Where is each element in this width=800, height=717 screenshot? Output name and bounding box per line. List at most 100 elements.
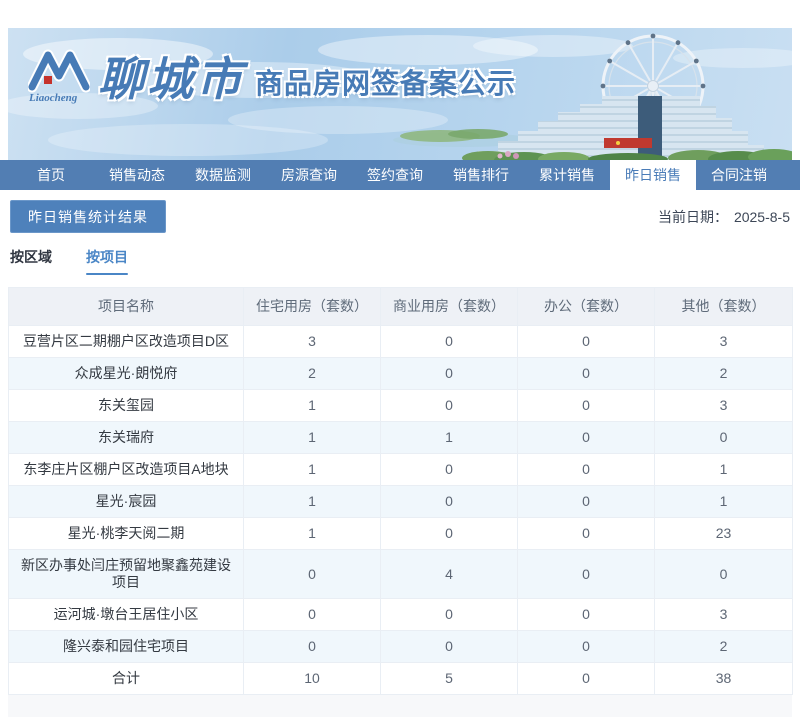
count-cell: 0 (380, 485, 518, 518)
table-row: 众成星光·朗悦府 2 0 0 2 (8, 357, 793, 390)
project-name-cell: 新区办事处闫庄预留地聚鑫苑建设项目 (8, 549, 244, 599)
table-row: 东关瑞府 1 1 0 0 (8, 421, 793, 454)
count-cell: 0 (517, 357, 655, 390)
project-name-cell: 星光·桃李天阅二期 (8, 517, 244, 550)
sales-table-body: 豆营片区二期棚户区改造项目D区 3 0 0 3 众成星光·朗悦府 2 0 0 2 东关玺园 1 0 0 3 东… (8, 325, 793, 695)
table-row: 东关玺园 1 0 0 3 (8, 389, 793, 422)
view-tab-by-district[interactable]: 按区域 (10, 247, 52, 275)
project-name-cell: 东关玺园 (8, 389, 244, 422)
view-tabs: 按区域 按项目 (8, 247, 792, 275)
liaocheng-logo-icon: Liaocheng (28, 49, 90, 104)
count-cell: 3 (654, 389, 793, 422)
current-date-value: 2025-8-5 (733, 208, 790, 225)
count-cell: 0 (517, 598, 655, 631)
count-cell: 3 (243, 325, 381, 358)
count-cell: 0 (380, 389, 518, 422)
count-cell: 0 (380, 357, 518, 390)
table-row: 运河城·墩台王居住小区 0 0 0 3 (8, 598, 793, 631)
table-row: 星光·宸园 1 0 0 1 (8, 485, 793, 518)
count-cell: 0 (380, 517, 518, 550)
count-cell: 0 (517, 630, 655, 663)
project-name-cell: 东李庄片区棚户区改造项目A地块 (8, 453, 244, 486)
logo-script-label: Liaocheng (28, 92, 78, 104)
project-name-cell: 星光·宸园 (8, 485, 244, 518)
count-cell: 0 (380, 630, 518, 663)
nav-item-data-monitor[interactable]: 数据监测 (180, 160, 266, 190)
nav-item-sales-dynamics[interactable]: 销售动态 (94, 160, 180, 190)
project-name-cell: 众成星光·朗悦府 (8, 357, 244, 390)
count-cell: 38 (654, 662, 793, 695)
count-cell: 1 (243, 389, 381, 422)
main-nav: 首页 销售动态 数据监测 房源查询 签约查询 销售排行 累计销售 昨日销售 合同注销 (0, 160, 800, 190)
sales-table-head: 项目名称 住宅用房（套数） 商业用房（套数） 办公（套数） 其他（套数） (8, 287, 793, 326)
table-row: 新区办事处闫庄预留地聚鑫苑建设项目 0 4 0 0 (8, 549, 793, 599)
count-cell: 0 (517, 421, 655, 454)
header-row: 项目名称 住宅用房（套数） 商业用房（套数） 办公（套数） 其他（套数） (8, 287, 793, 326)
count-cell: 3 (654, 598, 793, 631)
count-cell: 5 (380, 662, 518, 695)
content: 昨日销售统计结果 当前日期： 2025-8-5 按区域 按项目 项目名称 住宅用房（套… (8, 200, 793, 717)
total-row: 合计 10 5 0 38 (8, 662, 793, 695)
nav-item-listing-query[interactable]: 房源查询 (266, 160, 352, 190)
column-header: 项目名称 (8, 287, 244, 326)
toolbar: 昨日销售统计结果 当前日期： 2025-8-5 (8, 200, 792, 233)
nav-item-home[interactable]: 首页 (8, 160, 94, 190)
current-date-label: 当前日期： (657, 208, 728, 225)
current-date: 当前日期： 2025-8-5 (658, 207, 790, 227)
banner-title: 商品房网签备案公示 (255, 68, 517, 99)
project-name-cell: 豆营片区二期棚户区改造项目D区 (8, 325, 244, 358)
page: Liaocheng 聊城市 商品房网签备案公示 首页 销售动态 数据监测 房源查询 签约… (0, 0, 800, 717)
count-cell: 1 (243, 485, 381, 518)
count-cell: 0 (243, 598, 381, 631)
project-name-cell: 运河城·墩台王居住小区 (8, 598, 244, 631)
count-cell: 2 (654, 630, 793, 663)
brand-row: Liaocheng 聊城市 商品房网签备案公示 (28, 40, 516, 112)
count-cell: 2 (243, 357, 381, 390)
count-cell: 0 (654, 549, 793, 599)
count-cell: 0 (517, 389, 655, 422)
nav-item-sales-ranking[interactable]: 销售排行 (438, 160, 524, 190)
count-cell: 1 (654, 485, 793, 518)
project-name-cell: 隆兴泰和园住宅项目 (8, 630, 244, 663)
column-header: 住宅用房（套数） (243, 287, 381, 326)
count-cell: 23 (654, 517, 793, 550)
count-cell: 3 (654, 325, 793, 358)
count-cell: 0 (517, 662, 655, 695)
count-cell: 1 (243, 453, 381, 486)
count-cell: 4 (380, 549, 518, 599)
count-cell: 0 (380, 325, 518, 358)
count-cell: 1 (654, 453, 793, 486)
sales-table: 项目名称 住宅用房（套数） 商业用房（套数） 办公（套数） 其他（套数） 豆营片区二期棚… (8, 287, 793, 695)
nav-item-yesterday-sales[interactable]: 昨日销售 (610, 160, 696, 190)
brand-name: 聊城市 (98, 53, 245, 105)
nav-item-signing-query[interactable]: 签约查询 (352, 160, 438, 190)
nav-item-cumulative-sales[interactable]: 累计销售 (524, 160, 610, 190)
count-cell: 2 (654, 357, 793, 390)
count-cell: 0 (380, 453, 518, 486)
count-cell: 0 (517, 325, 655, 358)
count-cell: 0 (654, 421, 793, 454)
count-cell: 0 (517, 453, 655, 486)
project-name-cell: 合计 (8, 662, 244, 695)
column-header: 其他（套数） (654, 287, 793, 326)
view-tab-by-project[interactable]: 按项目 (86, 247, 128, 275)
yesterday-sales-result-button[interactable]: 昨日销售统计结果 (10, 200, 166, 233)
site-banner: Liaocheng 聊城市 商品房网签备案公示 (8, 28, 792, 160)
count-cell: 1 (380, 421, 518, 454)
count-cell: 0 (380, 598, 518, 631)
count-cell: 0 (517, 485, 655, 518)
table-row: 隆兴泰和园住宅项目 0 0 0 2 (8, 630, 793, 663)
count-cell: 1 (243, 421, 381, 454)
project-name-cell: 东关瑞府 (8, 421, 244, 454)
table-row: 星光·桃李天阅二期 1 0 0 23 (8, 517, 793, 550)
table-row: 豆营片区二期棚户区改造项目D区 3 0 0 3 (8, 325, 793, 358)
count-cell: 10 (243, 662, 381, 695)
count-cell: 1 (243, 517, 381, 550)
column-header: 商业用房（套数） (380, 287, 518, 326)
count-cell: 0 (517, 517, 655, 550)
count-cell: 0 (243, 549, 381, 599)
count-cell: 0 (517, 549, 655, 599)
column-header: 办公（套数） (517, 287, 655, 326)
table-row: 东李庄片区棚户区改造项目A地块 1 0 0 1 (8, 453, 793, 486)
nav-item-contract-cancel[interactable]: 合同注销 (696, 160, 782, 190)
